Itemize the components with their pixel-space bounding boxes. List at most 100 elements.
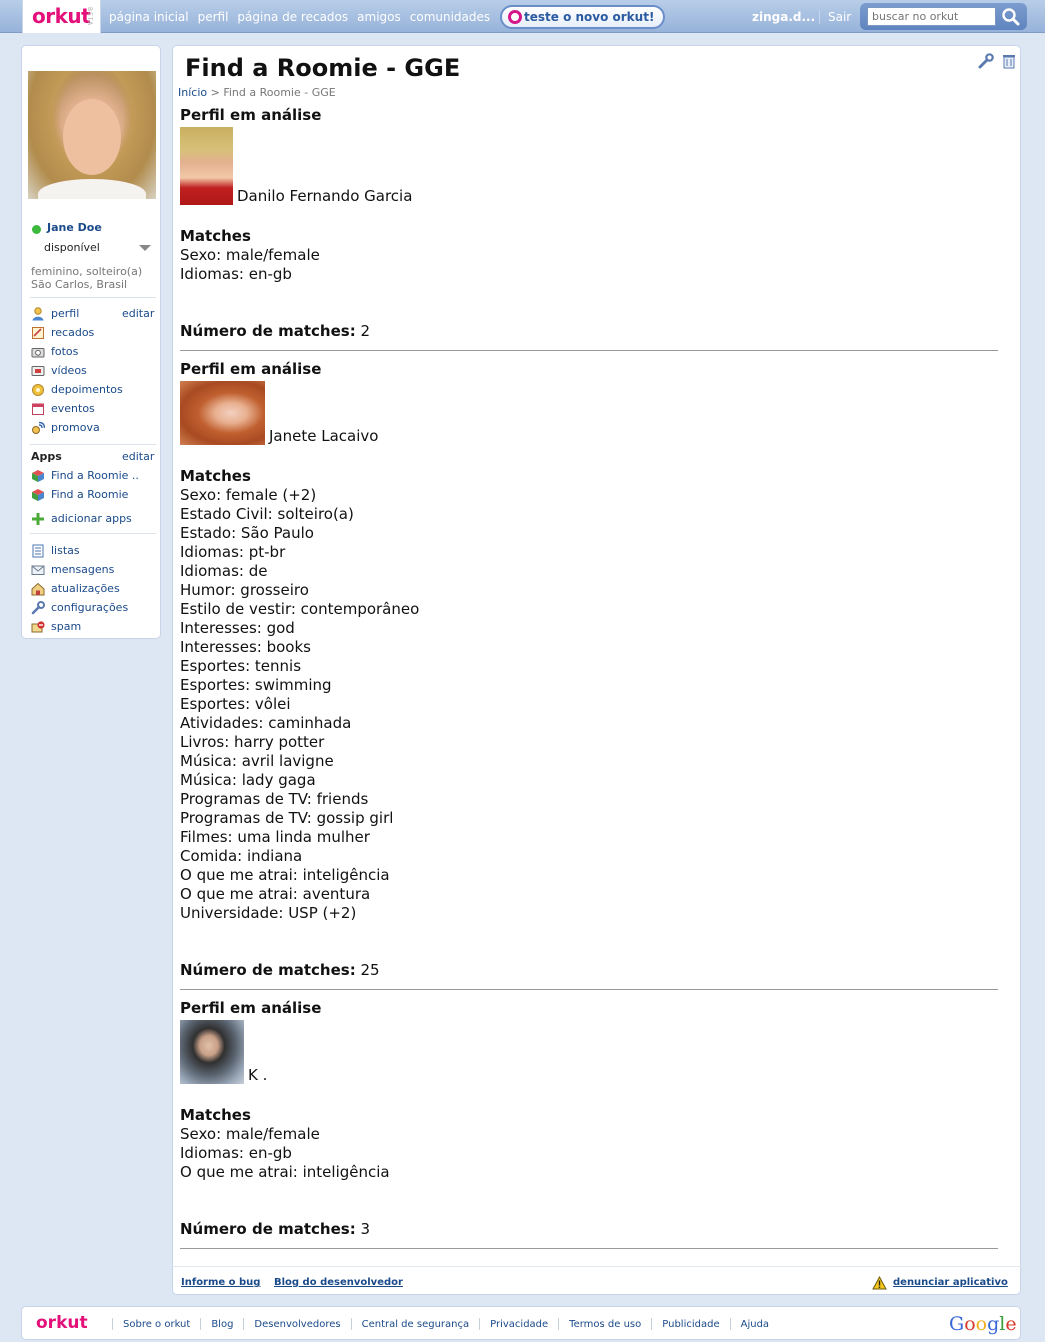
user-info-location: São Carlos, Brasil xyxy=(31,278,128,291)
profile-menu: perfil recados fotos vídeos depoimentos … xyxy=(31,304,123,437)
sidebar-item-videos[interactable]: vídeos xyxy=(31,361,123,380)
nav-scraps[interactable]: página de recados xyxy=(237,10,348,24)
sidebar-item-updates[interactable]: atualizações xyxy=(31,579,128,598)
footer-separator xyxy=(558,1318,560,1330)
profile-icon xyxy=(32,306,44,320)
footer-link-blog[interactable]: Blog xyxy=(211,1319,233,1330)
list-icon xyxy=(32,544,44,557)
add-apps-link[interactable]: adicionar apps xyxy=(31,509,132,528)
avatar[interactable] xyxy=(28,71,156,199)
chevron-down-icon[interactable] xyxy=(139,245,151,251)
footer-link-developers[interactable]: Desenvolvedores xyxy=(254,1319,340,1330)
trash-icon[interactable] xyxy=(1002,53,1016,69)
match-count-label: Número de matches: xyxy=(180,961,356,979)
footer-link-safety[interactable]: Central de segurança xyxy=(362,1319,470,1330)
footer-link-about[interactable]: Sobre o orkut xyxy=(123,1319,190,1330)
logout-link[interactable]: Sair xyxy=(828,10,851,24)
warning-icon xyxy=(872,1276,887,1290)
report-bug-link[interactable]: Informe o bug xyxy=(181,1277,260,1288)
search-input[interactable] xyxy=(867,7,996,26)
breadcrumb-separator: > xyxy=(210,86,220,99)
user-account-link[interactable]: zinga.d... xyxy=(752,10,815,24)
footer-separator xyxy=(729,1318,731,1330)
nav-profile[interactable]: perfil xyxy=(198,10,229,24)
breadcrumb-home-link[interactable]: Início xyxy=(178,86,207,99)
footer-link-advertising[interactable]: Publicidade xyxy=(662,1319,719,1330)
profile-section: Perfil em análise K . Matches Sexo: male… xyxy=(180,999,998,1249)
match-item: Atividades: caminhada xyxy=(180,714,352,732)
nav-communities[interactable]: comunidades xyxy=(410,10,490,24)
edit-apps-link[interactable]: editar xyxy=(122,450,154,463)
user-name[interactable]: Jane Doe xyxy=(47,221,102,234)
matches-heading: Matches xyxy=(180,1106,251,1124)
breadcrumb-current: Find a Roomie - GGE xyxy=(223,86,336,99)
match-item: Música: lady gaga xyxy=(180,771,316,789)
app-cube-icon xyxy=(32,488,44,501)
add-apps-row: adicionar apps xyxy=(31,509,132,528)
footer-link-privacy[interactable]: Privacidade xyxy=(490,1319,548,1330)
nav-friends[interactable]: amigos xyxy=(357,10,401,24)
profile-photo[interactable] xyxy=(180,381,265,445)
profile-divider xyxy=(180,350,998,351)
match-item: Idiomas: pt-br xyxy=(180,543,286,561)
sidebar-item-label: Find a Roomie xyxy=(51,488,129,501)
sidebar-item-messages[interactable]: mensagens xyxy=(31,560,128,579)
sidebar-item-promote[interactable]: promova xyxy=(31,418,123,437)
edit-profile-link[interactable]: editar xyxy=(122,307,154,320)
sidebar-item-label: listas xyxy=(51,544,80,557)
tools-menu: listas mensagens atualizações configuraç… xyxy=(31,541,128,636)
profile-name[interactable]: K . xyxy=(248,1066,267,1084)
profile-heading: Perfil em análise xyxy=(180,999,322,1017)
footer-link-help[interactable]: Ajuda xyxy=(741,1319,769,1330)
sidebar-item-label: vídeos xyxy=(51,364,87,377)
profile-name[interactable]: Danilo Fernando Garcia xyxy=(237,187,412,205)
site-footer: orkut Sobre o orkut Blog Desenvolvedores… xyxy=(21,1306,1021,1340)
nav-home[interactable]: página inicial xyxy=(109,10,189,24)
beta-label: BETA xyxy=(86,7,93,27)
new-orkut-icon xyxy=(508,10,522,24)
sidebar-item-profile[interactable]: perfil xyxy=(31,304,123,323)
sidebar-item-lists[interactable]: listas xyxy=(31,541,128,560)
profile-line: K . xyxy=(180,1020,998,1084)
divider xyxy=(30,444,156,445)
search-box xyxy=(860,3,1027,30)
settings-wrench-icon[interactable] xyxy=(978,53,994,69)
developer-blog-link[interactable]: Blog do desenvolvedor xyxy=(274,1277,403,1288)
match-item: Idiomas: en-gb xyxy=(180,265,292,283)
footer-separator xyxy=(651,1318,653,1330)
profile-heading: Perfil em análise xyxy=(180,360,322,378)
footer-orkut-logo[interactable]: orkut xyxy=(36,1313,88,1333)
profile-photo[interactable] xyxy=(180,127,233,205)
orkut-logo[interactable]: orkut BETA xyxy=(22,0,101,33)
avatar-face xyxy=(63,99,121,175)
sidebar-item-scraps[interactable]: recados xyxy=(31,323,123,342)
sidebar-item-label: configurações xyxy=(51,601,129,614)
sidebar-item-app-roomie-2[interactable]: Find a Roomie xyxy=(31,485,139,504)
scrap-icon xyxy=(32,326,44,339)
google-logo[interactable]: Google xyxy=(949,1313,1017,1335)
sidebar-item-app-roomie-1[interactable]: Find a Roomie .. xyxy=(31,466,139,485)
try-new-orkut-button[interactable]: teste o novo orkut! xyxy=(500,5,665,29)
search-button[interactable] xyxy=(1000,6,1022,27)
footer-separator xyxy=(112,1318,113,1330)
orkut-logo-text: orkut xyxy=(32,4,91,28)
profile-line: Janete Lacaivo xyxy=(180,381,998,445)
profile-photo[interactable] xyxy=(180,1020,244,1084)
promote-icon xyxy=(32,421,45,434)
footer-link-terms[interactable]: Termos de uso xyxy=(569,1319,641,1330)
report-app-link[interactable]: denunciar aplicativo xyxy=(893,1277,1008,1288)
sidebar-item-spam[interactable]: spam xyxy=(31,617,128,636)
footer-separator xyxy=(350,1318,352,1330)
add-apps-label: adicionar apps xyxy=(51,512,132,525)
sidebar-item-settings[interactable]: configurações xyxy=(31,598,128,617)
match-item: Estilo de vestir: contemporâneo xyxy=(180,600,420,618)
sidebar-item-events[interactable]: eventos xyxy=(31,399,123,418)
match-item: O que me atrai: inteligência xyxy=(180,866,390,884)
match-item: Comida: indiana xyxy=(180,847,303,865)
profile-name[interactable]: Janete Lacaivo xyxy=(269,427,378,445)
match-count: Número de matches: 3 xyxy=(180,1220,998,1239)
sidebar-item-testimonials[interactable]: depoimentos xyxy=(31,380,123,399)
sidebar-item-photos[interactable]: fotos xyxy=(31,342,123,361)
profile-divider xyxy=(180,1248,998,1249)
status-select[interactable]: disponível xyxy=(44,241,100,254)
